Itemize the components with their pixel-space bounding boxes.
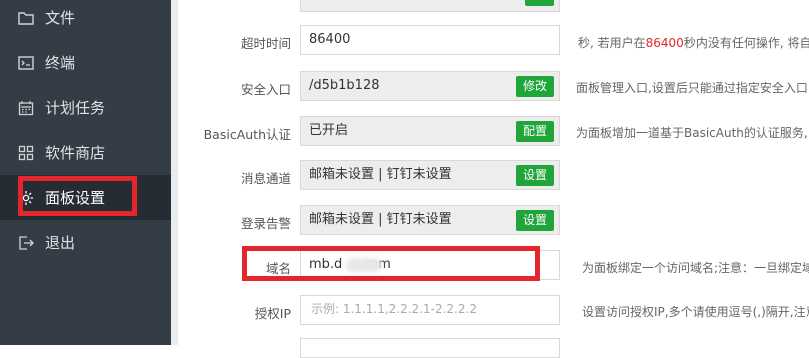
message-channel-set-button[interactable]: 设置 <box>515 165 554 186</box>
bottom-partial-field <box>300 338 560 358</box>
message-channel-label: 消息通道 <box>240 171 291 186</box>
sidebar-item-cron[interactable]: 计划任务 <box>0 85 171 130</box>
login-alert-field: 邮箱未设置 | 钉钉未设置 设置 <box>300 205 560 235</box>
security-entry-tip: 面板管理入口,设置后只能通过指定安全入口 <box>576 81 808 95</box>
folder-icon <box>18 11 34 25</box>
timeout-tip-prefix: 秒, 若用户在 <box>578 36 646 50</box>
highlight-box-domain <box>242 246 540 281</box>
sidebar: 文件 终端 计划任务 软件商店 面板设置 退出 <box>0 0 171 345</box>
sidebar-item-label: 计划任务 <box>45 99 106 117</box>
logout-icon <box>19 235 34 250</box>
sidebar-item-label: 退出 <box>45 234 76 252</box>
top-partial-button[interactable] <box>524 0 554 6</box>
security-entry-value: /d5b1b128 <box>309 78 380 93</box>
basicauth-value: 已开启 <box>309 123 349 138</box>
timeout-value: 86400 <box>309 32 351 47</box>
grid-icon <box>18 145 34 160</box>
auth-ip-field[interactable] <box>300 295 560 325</box>
basicauth-tip: 为面板增加一道基于BasicAuth的认证服务, <box>576 126 808 140</box>
auth-ip-input[interactable] <box>309 301 559 317</box>
basicauth-config-button[interactable]: 配置 <box>515 121 554 142</box>
sidebar-item-store[interactable]: 软件商店 <box>0 130 171 175</box>
timeout-tip-number: 86400 <box>645 36 684 50</box>
highlight-box-panel-settings <box>18 176 137 216</box>
top-partial-field <box>300 0 560 12</box>
sidebar-item-terminal[interactable]: 终端 <box>0 40 171 85</box>
sidebar-item-files[interactable]: 文件 <box>0 0 171 40</box>
login-alert-label: 登录告警 <box>240 216 291 231</box>
auth-ip-tip: 设置访问授权IP,多个请使用逗号(,)隔开,注意 <box>582 305 809 319</box>
security-entry-modify-button[interactable]: 修改 <box>515 76 554 97</box>
message-channel-value: 邮箱未设置 | 钉钉未设置 <box>309 167 452 182</box>
security-entry-field: /d5b1b128 修改 <box>300 71 560 101</box>
terminal-icon <box>18 55 34 70</box>
sidebar-item-label: 软件商店 <box>45 144 106 162</box>
login-alert-value: 邮箱未设置 | 钉钉未设置 <box>309 212 452 227</box>
auth-ip-label: 授权IP <box>254 306 291 321</box>
login-alert-set-button[interactable]: 设置 <box>515 210 554 231</box>
security-entry-label: 安全入口 <box>240 82 291 97</box>
sidebar-item-label: 终端 <box>45 54 76 72</box>
timeout-input[interactable]: 86400 <box>300 25 560 55</box>
calendar-icon <box>18 100 34 115</box>
sidebar-item-label: 文件 <box>45 9 76 27</box>
timeout-label: 超时时间 <box>240 36 291 51</box>
basicauth-label: BasicAuth认证 <box>203 127 291 142</box>
timeout-tip-suffix: 秒内没有任何操作, 将自 <box>683 36 809 50</box>
sidebar-item-logout[interactable]: 退出 <box>0 220 171 265</box>
timeout-tip: 秒, 若用户在86400秒内没有任何操作, 将自 <box>578 34 809 51</box>
message-channel-field: 邮箱未设置 | 钉钉未设置 设置 <box>300 160 560 190</box>
domain-tip: 为面板绑定一个访问域名;注意：一旦绑定域 <box>582 261 809 275</box>
basicauth-field: 已开启 配置 <box>300 116 560 146</box>
